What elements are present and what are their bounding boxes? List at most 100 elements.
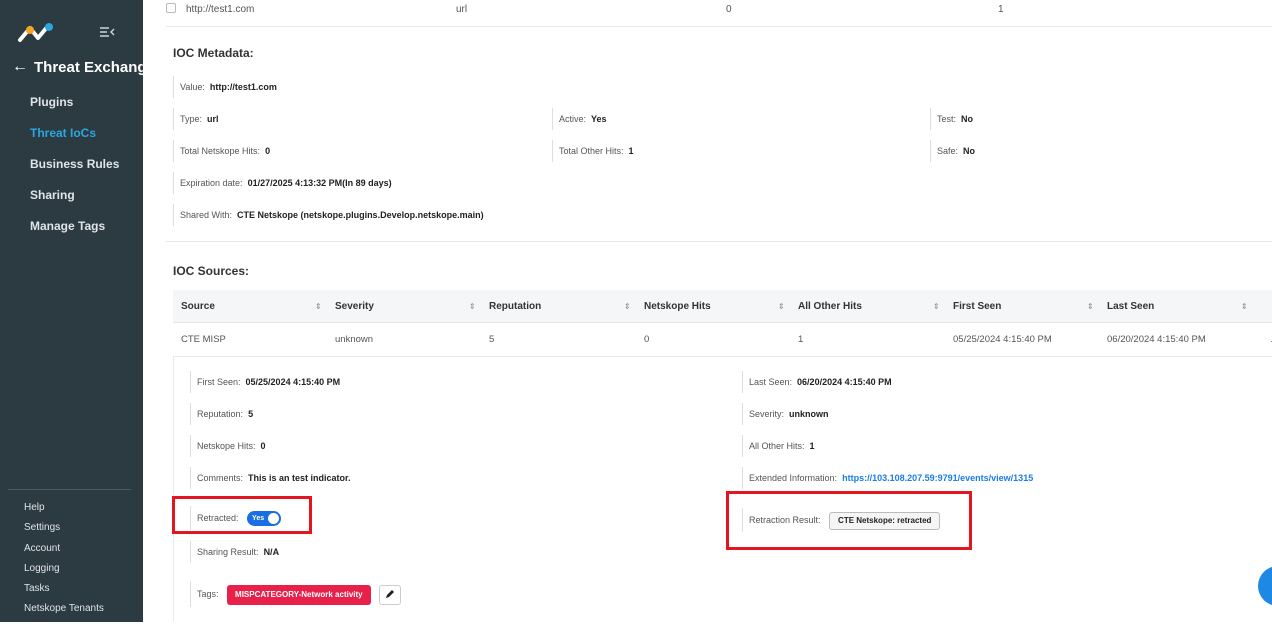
source-detail-panel: First Seen: 05/25/2024 4:15:40 PM Last S… (173, 357, 1272, 622)
cell-source: CTE MISP (173, 323, 226, 357)
sidebar-item-help[interactable]: Help (24, 502, 104, 522)
table-row[interactable]: CTE MISP unknown 5 0 1 05/25/2024 4:15:4… (173, 323, 1272, 357)
col-header-source[interactable]: Source ⇕ (173, 290, 327, 323)
sidebar-nav: Plugins Threat IoCs Business Rules Shari… (30, 94, 119, 249)
cell-reputation: 5 (481, 323, 494, 357)
detail-other-hits-text: 1 (810, 441, 815, 451)
detail-severity: Severity: unknown (742, 403, 829, 425)
detail-tags-label: Tags: (197, 589, 219, 599)
sort-icon[interactable]: ⇕ (469, 290, 476, 323)
meta-safe-text: No (963, 146, 975, 156)
detail-last-seen-text: 06/20/2024 4:15:40 PM (797, 377, 892, 387)
highlight-retracted (172, 496, 312, 534)
sidebar-item-account[interactable]: Account (24, 543, 104, 563)
edit-tags-button[interactable] (379, 585, 401, 605)
meta-netskope-hits: Total Netskope Hits: 0 (173, 140, 270, 162)
col-netskope-hits-label: Netskope Hits (644, 301, 711, 312)
meta-expiration-text: 01/27/2025 4:13:32 PM(In 89 days) (248, 178, 392, 188)
col-header-reputation[interactable]: Reputation ⇕ (481, 290, 636, 323)
col-header-netskope-hits[interactable]: Netskope Hits ⇕ (636, 290, 790, 323)
meta-netskope-hits-text: 0 (265, 146, 270, 156)
detail-last-seen: Last Seen: 06/20/2024 4:15:40 PM (742, 371, 892, 393)
meta-netskope-hits-label: Total Netskope Hits: (180, 146, 260, 156)
col-first-seen-label: First Seen (953, 301, 1001, 312)
row-value: http://test1.com (186, 4, 254, 15)
detail-reputation-label: Reputation: (197, 409, 243, 419)
row-col4: 1 (998, 4, 1004, 15)
detail-comments-text: This is an test indicator. (248, 473, 351, 483)
meta-test-label: Test: (937, 114, 956, 124)
detail-extended-info: Extended Information: https://103.108.20… (742, 467, 1033, 489)
meta-type-text: url (207, 114, 219, 124)
col-header-last-seen[interactable]: Last Seen ⇕ (1099, 290, 1253, 323)
sort-icon[interactable]: ⇕ (315, 290, 322, 323)
detail-first-seen-label: First Seen: (197, 377, 241, 387)
col-header-other-hits[interactable]: All Other Hits ⇕ (790, 290, 945, 323)
col-last-seen-label: Last Seen (1107, 301, 1154, 312)
detail-reputation: Reputation: 5 (190, 403, 253, 425)
sidebar-item-business-rules[interactable]: Business Rules (30, 156, 119, 187)
cell-last-seen: 06/20/2024 4:15:40 PM (1099, 323, 1206, 357)
sidebar-item-plugins[interactable]: Plugins (30, 94, 119, 125)
tag-chip[interactable]: MISPCATEGORY-Network activity (227, 585, 371, 605)
col-source-label: Source (181, 301, 215, 312)
meta-expiration: Expiration date: 01/27/2025 4:13:32 PM(I… (173, 172, 392, 194)
meta-shared-with: Shared With: CTE Netskope (netskope.plug… (173, 204, 484, 226)
detail-severity-text: unknown (789, 409, 829, 419)
sidebar-item-logging[interactable]: Logging (24, 563, 104, 583)
back-label: Threat Exchange (34, 59, 155, 76)
meta-safe-label: Safe: (937, 146, 958, 156)
meta-active-text: Yes (591, 114, 607, 124)
sort-icon[interactable]: ⇕ (933, 290, 940, 323)
sidebar-item-tasks[interactable]: Tasks (24, 583, 104, 603)
sort-icon[interactable]: ⇕ (778, 290, 785, 323)
col-reputation-label: Reputation (489, 301, 541, 312)
sidebar-item-threat-iocs[interactable]: Threat IoCs (30, 125, 119, 156)
meta-shared-text: CTE Netskope (netskope.plugins.Develop.n… (237, 210, 484, 220)
extended-info-link[interactable]: https://103.108.207.59:9791/events/view/… (842, 473, 1033, 483)
back-to-threat-exchange[interactable]: ← Threat Exchange (12, 58, 155, 76)
detail-ext-info-label: Extended Information: (749, 473, 837, 483)
section-divider (166, 241, 1272, 242)
ioc-table-row[interactable]: http://test1.com url 0 1 (166, 0, 1272, 27)
sidebar-item-netskope-tenants[interactable]: Netskope Tenants (24, 603, 104, 623)
meta-other-hits-label: Total Other Hits: (559, 146, 624, 156)
detail-sharing-result-label: Sharing Result: (197, 547, 259, 557)
collapse-menu-icon[interactable] (99, 24, 115, 40)
detail-first-seen: First Seen: 05/25/2024 4:15:40 PM (190, 371, 340, 393)
sidebar-item-sharing[interactable]: Sharing (30, 187, 119, 218)
meta-test: Test: No (930, 108, 973, 130)
col-header-severity[interactable]: Severity ⇕ (327, 290, 481, 323)
col-header-first-seen[interactable]: First Seen ⇕ (945, 290, 1099, 323)
cell-other-hits: 1 (790, 323, 803, 357)
netskope-logo-icon[interactable] (18, 22, 54, 44)
detail-sharing-result-text: N/A (264, 547, 280, 557)
meta-other-hits: Total Other Hits: 1 (552, 140, 634, 162)
col-other-hits-label: All Other Hits (798, 301, 862, 312)
ioc-metadata-title: IOC Metadata: (173, 46, 254, 60)
detail-comments: Comments: This is an test indicator. (190, 467, 351, 489)
ioc-sources-title: IOC Sources: (173, 264, 249, 278)
sort-icon[interactable]: ⇕ (1241, 290, 1248, 323)
highlight-retraction-result (726, 491, 972, 550)
meta-type: Type: url (173, 108, 219, 130)
meta-value-text: http://test1.com (210, 82, 277, 92)
meta-other-hits-text: 1 (629, 146, 634, 156)
meta-active: Active: Yes (552, 108, 607, 130)
detail-first-seen-text: 05/25/2024 4:15:40 PM (246, 377, 341, 387)
sidebar-item-settings[interactable]: Settings (24, 522, 104, 542)
meta-value-label: Value: (180, 82, 205, 92)
detail-other-hits: All Other Hits: 1 (742, 435, 815, 457)
sidebar-item-manage-tags[interactable]: Manage Tags (30, 218, 119, 249)
meta-expiration-label: Expiration date: (180, 178, 243, 188)
sources-table-header: Source ⇕ Severity ⇕ Reputation ⇕ Netskope H… (173, 290, 1272, 323)
sort-icon[interactable]: ⇕ (1087, 290, 1094, 323)
main-content: http://test1.com url 0 1 IOC Metadata: V… (143, 0, 1272, 622)
sidebar-bottom-nav: Help Settings Account Logging Tasks Nets… (24, 502, 104, 624)
detail-netskope-hits-text: 0 (261, 441, 266, 451)
sort-icon[interactable]: ⇕ (624, 290, 631, 323)
col-severity-label: Severity (335, 301, 374, 312)
row-checkbox[interactable] (166, 3, 176, 13)
back-arrow-icon: ← (12, 58, 28, 76)
detail-severity-label: Severity: (749, 409, 784, 419)
